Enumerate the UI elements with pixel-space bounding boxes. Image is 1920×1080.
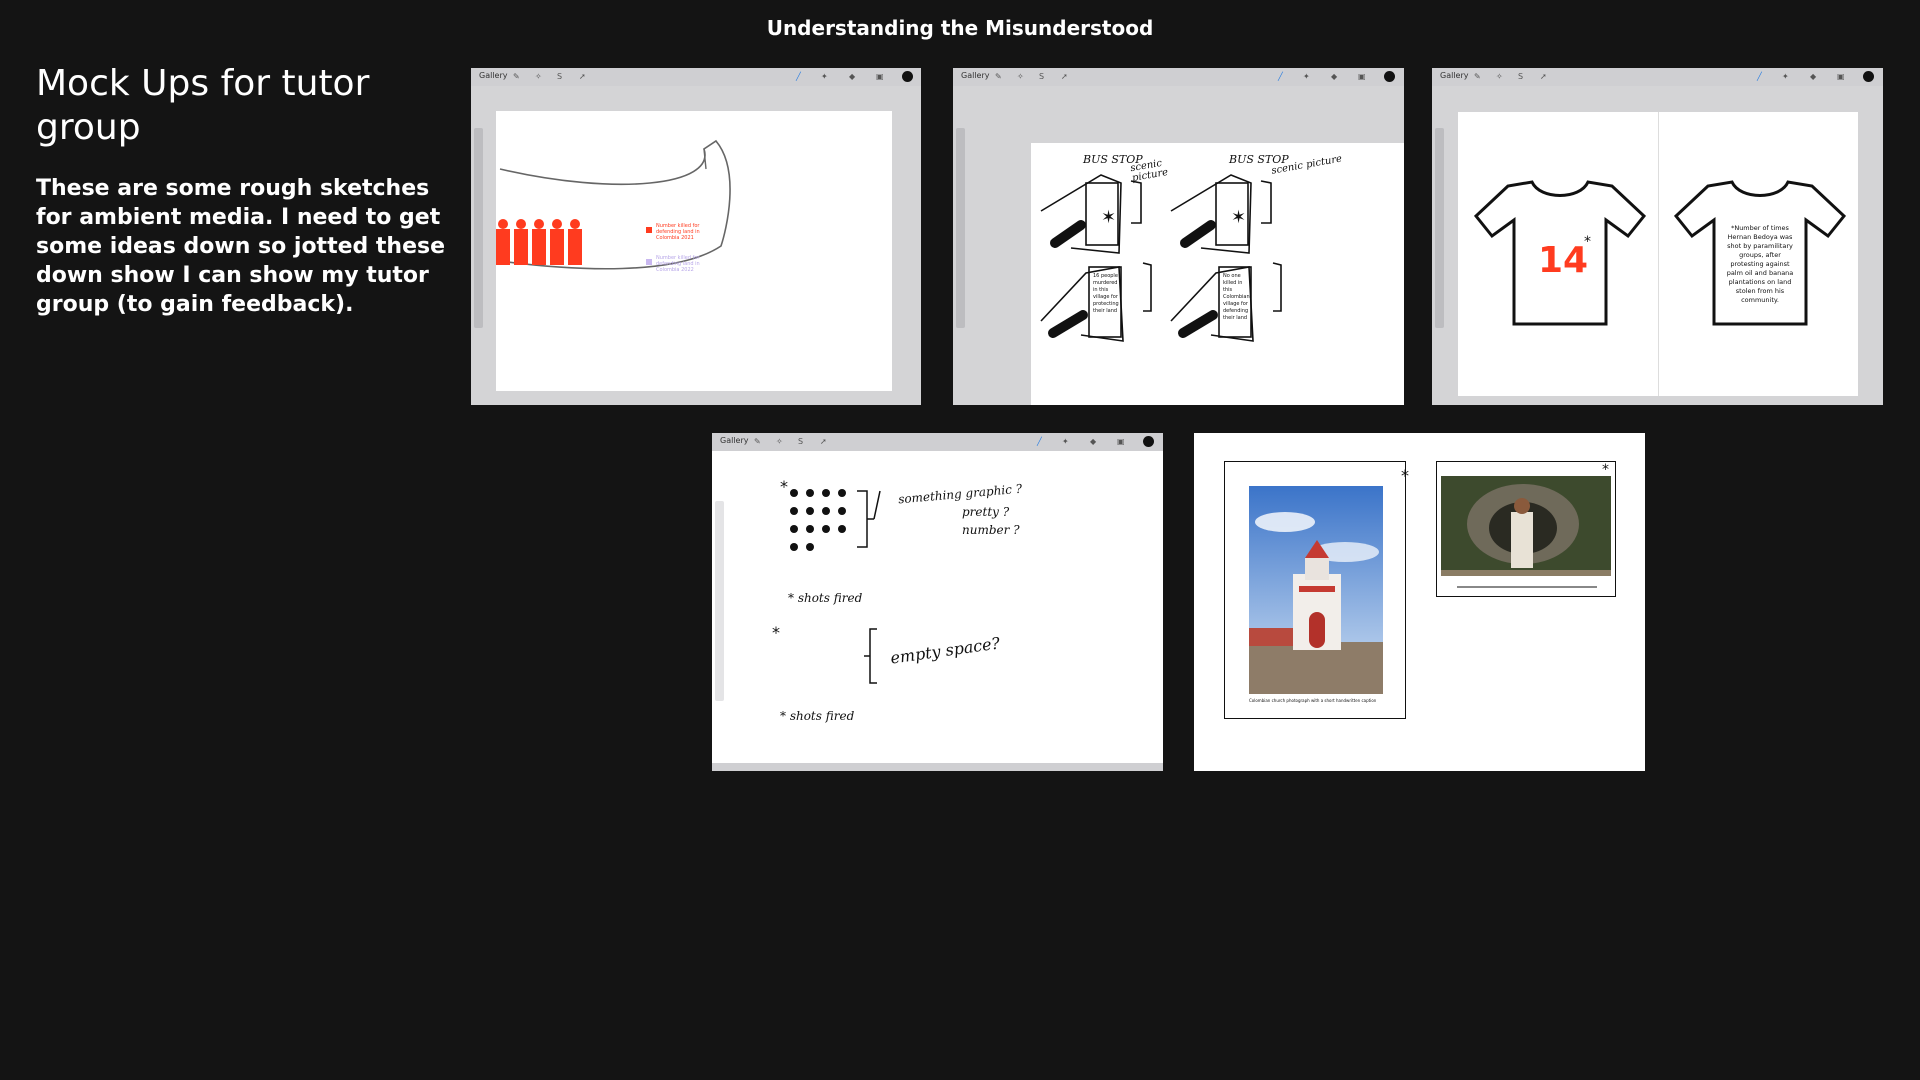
eraser-icon[interactable]: ◆: [849, 72, 855, 81]
sketch-screenshot-2[interactable]: Gallery ✎ ✧ S ➚ ╱ ✦ ◆ ▣ ✶ ✶ BUS STOP sce…: [953, 68, 1404, 405]
color-swatch-icon[interactable]: [1384, 71, 1395, 82]
smudge-icon[interactable]: ✦: [821, 72, 828, 81]
page-title: Understanding the Misunderstood: [766, 16, 1154, 40]
procreate-toolbar: Gallery ✎ ✧ S ➚ ╱ ✦ ◆ ▣: [1432, 68, 1883, 86]
selection-icon[interactable]: S: [798, 437, 803, 446]
section-description: These are some rough sketches for ambien…: [36, 176, 446, 317]
adjust-icon[interactable]: ✧: [1496, 72, 1503, 81]
man-photo: [1441, 476, 1611, 588]
bullet-hole-dots: [790, 489, 846, 551]
drawing-canvas[interactable]: 14 * *Number of times Hernan Bedoya was …: [1458, 112, 1858, 396]
selection-icon[interactable]: S: [557, 72, 562, 81]
drawing-canvas[interactable]: ✶ ✶ BUS STOP scenic picture BUS STOP sce…: [1031, 143, 1404, 405]
church-star: *: [1401, 466, 1409, 485]
poster-man: *: [1436, 461, 1616, 597]
drawing-canvas[interactable]: * something graphic ? pretty ? number ? …: [712, 451, 1163, 763]
mockup-screenshot-5[interactable]: Colombian church photograph with a short…: [1194, 433, 1645, 771]
transform-icon[interactable]: ➚: [1540, 72, 1547, 81]
brush-icon[interactable]: ╱: [1278, 72, 1283, 81]
layers-icon[interactable]: ▣: [1837, 72, 1845, 81]
gallery-button[interactable]: Gallery: [1440, 71, 1469, 80]
selection-icon[interactable]: S: [1039, 72, 1044, 81]
empty-asterisk: *: [772, 623, 780, 642]
note-lilac: Number killed for defending land in Colo…: [656, 255, 700, 273]
sketch-screenshot-3[interactable]: Gallery ✎ ✧ S ➚ ╱ ✦ ◆ ▣ 14 * *Number of …: [1432, 68, 1883, 405]
brush-size-slider[interactable]: [474, 128, 483, 328]
gallery-button[interactable]: Gallery: [720, 436, 749, 445]
transform-icon[interactable]: ➚: [820, 437, 827, 446]
adjust-icon[interactable]: ✧: [776, 437, 783, 446]
sketch-screenshot-4[interactable]: Gallery ✎ ✧ S ➚ ╱ ✦ ◆ ▣ * something grap…: [712, 433, 1163, 771]
page-divider: [1658, 112, 1659, 396]
adjust-icon[interactable]: ✧: [535, 72, 542, 81]
gallery-button[interactable]: Gallery: [961, 71, 990, 80]
brush-size-slider[interactable]: [715, 501, 724, 701]
layers-icon[interactable]: ▣: [1117, 437, 1125, 446]
wrench-icon[interactable]: ✎: [995, 72, 1002, 81]
eraser-icon[interactable]: ◆: [1810, 72, 1816, 81]
transform-icon[interactable]: ➚: [579, 72, 586, 81]
selection-icon[interactable]: S: [1518, 72, 1523, 81]
church-photo: [1249, 486, 1383, 694]
man-star: *: [1602, 462, 1609, 478]
tshirt-asterisk: *: [1584, 234, 1591, 250]
svg-text:✶: ✶: [1231, 207, 1246, 228]
smudge-icon[interactable]: ✦: [1303, 72, 1310, 81]
canvas-bottom-bar: [712, 763, 1163, 771]
gallery-button[interactable]: Gallery: [479, 71, 508, 80]
color-swatch-icon[interactable]: [902, 71, 913, 82]
note-shots-fired-2: * shots fired: [780, 709, 855, 723]
drawing-canvas[interactable]: Number killed for defending land in Colo…: [496, 111, 892, 391]
procreate-toolbar: Gallery ✎ ✧ S ➚ ╱ ✦ ◆ ▣: [471, 68, 921, 86]
note-pretty: pretty ?: [962, 505, 1010, 519]
section-heading: Mock Ups for tutor group: [36, 63, 370, 148]
layers-icon[interactable]: ▣: [876, 72, 884, 81]
eraser-icon[interactable]: ◆: [1331, 72, 1337, 81]
layers-icon[interactable]: ▣: [1358, 72, 1366, 81]
brush-icon[interactable]: ╱: [1757, 72, 1762, 81]
note-shots-fired-1: * shots fired: [788, 591, 863, 605]
smudge-icon[interactable]: ✦: [1062, 437, 1069, 446]
brush-icon[interactable]: ╱: [1037, 437, 1042, 446]
wrench-icon[interactable]: ✎: [1474, 72, 1481, 81]
svg-text:✶: ✶: [1101, 207, 1116, 228]
note-red: Number killed for defending land in Colo…: [656, 223, 700, 241]
color-swatch-icon[interactable]: [1143, 436, 1154, 447]
figure-silhouettes: [496, 219, 582, 265]
eraser-icon[interactable]: ◆: [1090, 437, 1096, 446]
brush-icon[interactable]: ╱: [796, 72, 801, 81]
smudge-icon[interactable]: ✦: [1782, 72, 1789, 81]
note-number: number ?: [962, 523, 1020, 537]
procreate-toolbar: Gallery ✎ ✧ S ➚ ╱ ✦ ◆ ▣: [953, 68, 1404, 86]
poster-text-1: 16 people murdered in this village for p…: [1093, 273, 1119, 314]
tshirt-back-text: *Number of times Hernan Bedoya was shot …: [1726, 224, 1794, 304]
brush-size-slider[interactable]: [1435, 128, 1444, 328]
wrench-icon[interactable]: ✎: [754, 437, 761, 446]
brush-size-slider[interactable]: [956, 128, 965, 328]
sketch-screenshot-1[interactable]: Gallery ✎ ✧ S ➚ ╱ ✦ ◆ ▣ Number killed fo…: [471, 68, 921, 405]
tshirt-number: 14: [1538, 240, 1589, 281]
adjust-icon[interactable]: ✧: [1017, 72, 1024, 81]
color-swatch-icon[interactable]: [1863, 71, 1874, 82]
procreate-toolbar: Gallery ✎ ✧ S ➚ ╱ ✦ ◆ ▣: [712, 433, 1163, 451]
poster-church: Colombian church photograph with a short…: [1224, 461, 1409, 719]
poster-text-2: No one killed in this Colombian village …: [1223, 273, 1250, 321]
church-caption: Colombian church photograph with a short…: [1249, 698, 1377, 703]
transform-icon[interactable]: ➚: [1061, 72, 1068, 81]
dots-asterisk: *: [780, 477, 788, 496]
wrench-icon[interactable]: ✎: [513, 72, 520, 81]
